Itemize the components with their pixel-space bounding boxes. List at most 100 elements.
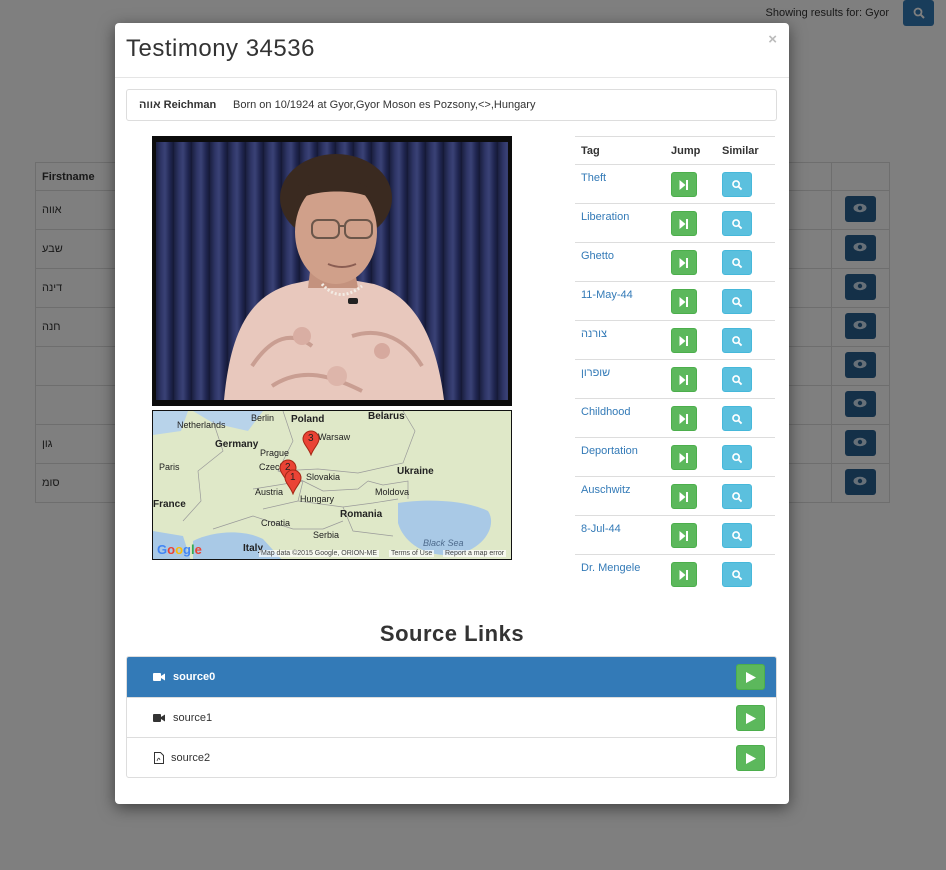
- tag-link[interactable]: Childhood: [581, 406, 631, 418]
- source-label: source0: [173, 671, 216, 683]
- step-forward-icon: [679, 218, 688, 229]
- similar-button[interactable]: [722, 289, 752, 314]
- jump-button[interactable]: [671, 289, 697, 314]
- step-forward-icon: [679, 413, 688, 424]
- map-label-poland: Poland: [291, 414, 325, 425]
- tag-link[interactable]: Dr. Mengele: [581, 562, 640, 574]
- similar-cell: [716, 554, 775, 594]
- map-label-black-sea: Black Sea: [423, 538, 464, 548]
- locations-map[interactable]: Poland Belarus Netherlands Berlin Warsaw…: [152, 410, 512, 560]
- source-item-2[interactable]: source2: [127, 737, 776, 777]
- tag-link[interactable]: Deportation: [581, 445, 638, 457]
- jump-cell: [665, 164, 716, 204]
- tag-row: Ghetto: [575, 242, 775, 282]
- search-icon: [732, 491, 743, 502]
- tag-link[interactable]: Ghetto: [581, 250, 614, 262]
- tag-row: Dr. Mengele: [575, 554, 775, 594]
- tag-cell: Childhood: [575, 398, 665, 438]
- tag-link[interactable]: Auschwitz: [581, 484, 631, 496]
- map-label-berlin: Berlin: [251, 413, 275, 423]
- jump-button[interactable]: [671, 523, 697, 548]
- similar-button[interactable]: [722, 172, 752, 197]
- source-links-list: source0 source1 source2: [126, 656, 777, 778]
- jump-cell: [665, 203, 716, 243]
- jump-cell: [665, 437, 716, 477]
- tag-row: Theft: [575, 164, 775, 204]
- jump-button[interactable]: [671, 250, 697, 275]
- jump-button[interactable]: [671, 445, 697, 470]
- similar-cell: [716, 164, 775, 204]
- map-terms-link[interactable]: Terms of Use: [389, 550, 435, 557]
- similar-button[interactable]: [722, 523, 752, 548]
- tag-cell: Ghetto: [575, 242, 665, 282]
- jump-button[interactable]: [671, 328, 697, 353]
- step-forward-icon: [679, 257, 688, 268]
- map-label-romania: Romania: [340, 509, 383, 520]
- tag-link[interactable]: 8-Jul-44: [581, 523, 621, 535]
- map-label-moldova: Moldova: [375, 487, 410, 497]
- play-button[interactable]: [736, 705, 765, 731]
- tag-link[interactable]: Theft: [581, 172, 606, 184]
- video-camera-icon: [153, 713, 165, 722]
- similar-cell: [716, 515, 775, 555]
- map-marker-1[interactable]: 1: [284, 469, 302, 498]
- jump-cell: [665, 359, 716, 399]
- close-button[interactable]: ×: [768, 31, 777, 48]
- similar-button[interactable]: [722, 406, 752, 431]
- jump-button[interactable]: [671, 367, 697, 392]
- similar-button[interactable]: [722, 445, 752, 470]
- search-icon: [732, 569, 743, 580]
- tag-cell: צורנה: [575, 320, 665, 360]
- jump-cell: [665, 515, 716, 555]
- similar-button[interactable]: [722, 211, 752, 236]
- tag-row: שופרון: [575, 359, 775, 399]
- map-footer: Map data ©2015 Google, ORION-ME Terms of…: [153, 549, 511, 559]
- jump-button[interactable]: [671, 406, 697, 431]
- jump-button[interactable]: [671, 562, 697, 587]
- jump-button[interactable]: [671, 211, 697, 236]
- source-item-0[interactable]: source0: [127, 657, 776, 697]
- source-item-1[interactable]: source1: [127, 697, 776, 737]
- tag-link[interactable]: שופרון: [581, 367, 610, 379]
- tag-cell: 11-May-44: [575, 281, 665, 321]
- map-label-croatia: Croatia: [261, 518, 291, 528]
- tag-row: Deportation: [575, 437, 775, 477]
- tag-link[interactable]: צורנה: [581, 328, 607, 340]
- play-button[interactable]: [736, 664, 765, 690]
- tag-cell: Auschwitz: [575, 476, 665, 516]
- column-similar: Similar: [716, 136, 775, 165]
- search-icon: [732, 218, 743, 229]
- tag-link[interactable]: Liberation: [581, 211, 629, 223]
- testimony-modal: Testimony 34536 × אווה Reichman Born on …: [115, 23, 789, 804]
- similar-button[interactable]: [722, 367, 752, 392]
- map-report-link[interactable]: Report a map error: [443, 550, 507, 557]
- similar-button[interactable]: [722, 484, 752, 509]
- search-icon: [732, 374, 743, 385]
- map-label-prague: Prague: [260, 448, 290, 458]
- jump-button[interactable]: [671, 484, 697, 509]
- tags-header-row: Tag Jump Similar: [575, 136, 775, 165]
- similar-cell: [716, 359, 775, 399]
- similar-button[interactable]: [722, 562, 752, 587]
- map-marker-3[interactable]: 3: [302, 430, 320, 459]
- similar-button[interactable]: [722, 250, 752, 275]
- tag-cell: 8-Jul-44: [575, 515, 665, 555]
- map-label-paris: Paris: [159, 462, 180, 472]
- similar-cell: [716, 476, 775, 516]
- video-player[interactable]: [152, 136, 512, 406]
- search-icon: [732, 530, 743, 541]
- step-forward-icon: [679, 491, 688, 502]
- tag-link[interactable]: 11-May-44: [581, 289, 633, 301]
- column-tag: Tag: [575, 136, 665, 165]
- modal-title: Testimony 34536: [126, 35, 315, 62]
- tag-row: 11-May-44: [575, 281, 775, 321]
- tags-table: Tag Jump Similar Theft Liberation Ghetto 11…: [575, 136, 775, 594]
- similar-button[interactable]: [722, 328, 752, 353]
- search-icon: [732, 413, 743, 424]
- similar-cell: [716, 437, 775, 477]
- search-icon: [732, 335, 743, 346]
- search-icon: [732, 452, 743, 463]
- play-button[interactable]: [736, 745, 765, 771]
- jump-button[interactable]: [671, 172, 697, 197]
- tag-cell: Liberation: [575, 203, 665, 243]
